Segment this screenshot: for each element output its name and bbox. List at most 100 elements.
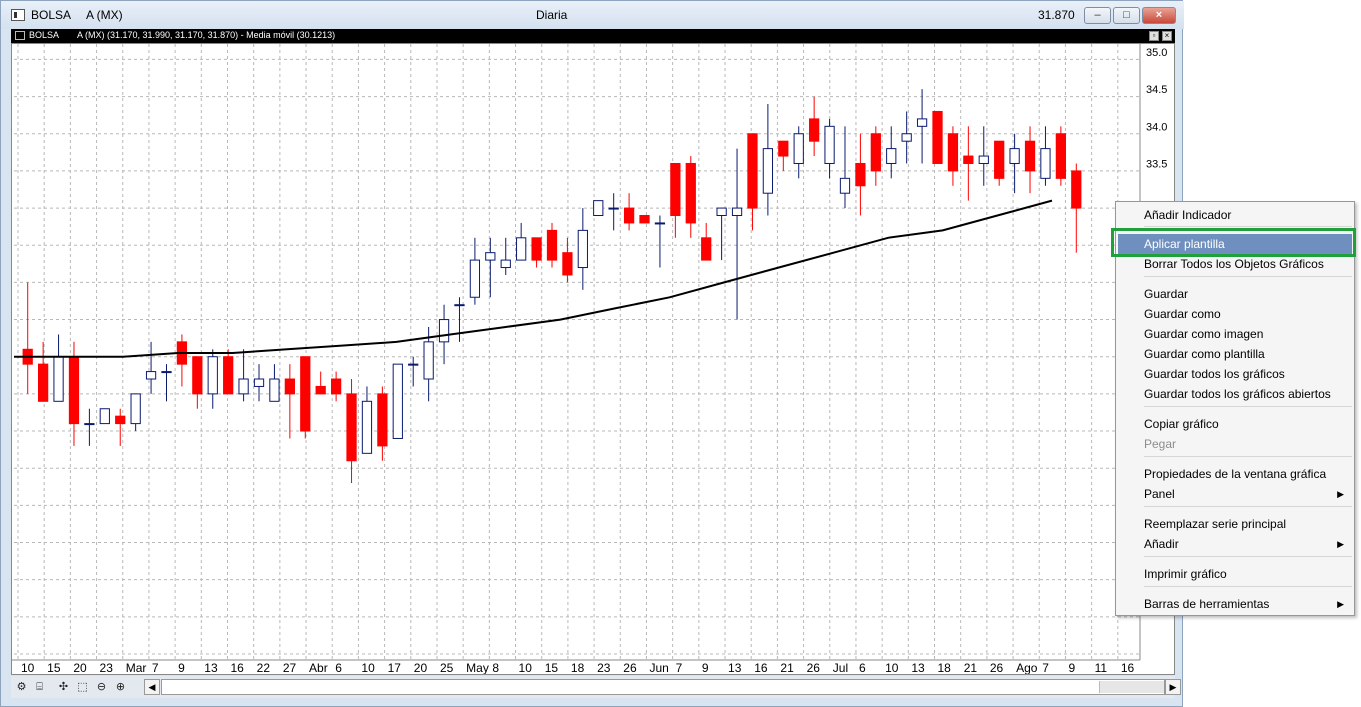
x-tick-label: 23 <box>597 661 611 674</box>
x-tick-label: 26 <box>623 661 637 674</box>
scrollbar-thumb[interactable] <box>1099 681 1164 693</box>
x-tick-label: Jun <box>649 661 668 674</box>
y-tick-label: 35.0 <box>1146 47 1167 59</box>
chart-header-bar: BOLSA A (MX) (31.170, 31.990, 31.170, 31… <box>11 29 1175 43</box>
highlight-frame <box>1111 228 1356 257</box>
candle-body <box>269 378 280 402</box>
x-tick-label: 10 <box>361 661 375 674</box>
menu-item-13[interactable]: Reemplazar serie principal <box>1118 514 1352 534</box>
window-title: BOLSA <box>31 8 72 22</box>
price-chart[interactable]: 10 15 20 23 Mar 7 9 13 16 22 27 Abr 6 10 17 20 25 May 8 10 1… <box>12 44 1174 675</box>
menu-item-label: Propiedades de la ventana gráfica <box>1144 467 1327 481</box>
menu-item-label: Guardar <box>1144 287 1189 301</box>
candle-body <box>886 148 897 164</box>
crosshair-icon[interactable]: ✣ <box>56 679 71 694</box>
menu-item-10: Pegar <box>1118 434 1352 454</box>
candle-body <box>608 207 619 210</box>
menu-separator <box>1144 276 1352 277</box>
candle-body <box>1071 170 1082 209</box>
candle-body <box>593 200 604 217</box>
candle-body <box>207 356 218 395</box>
x-tick-label: 21 <box>964 661 978 674</box>
x-tick-label: 23 <box>100 661 114 674</box>
menu-item-16[interactable]: Barras de herramientas ▶ <box>1118 594 1352 614</box>
menu-item-8[interactable]: Guardar todos los gráficos abiertos <box>1118 384 1352 404</box>
candle-body <box>330 378 342 395</box>
x-tick-label: 26 <box>990 661 1004 674</box>
menu-item-4[interactable]: Guardar como <box>1118 304 1352 324</box>
menu-item-label: Reemplazar serie principal <box>1144 517 1287 531</box>
candle-body <box>778 140 789 157</box>
candle-body <box>947 133 959 172</box>
chart-window: BOLSA A (MX) Diaria 31.870 – □ × BOLSA A… <box>0 0 1184 707</box>
title-bar[interactable]: BOLSA A (MX) Diaria 31.870 – □ × <box>1 1 1184 29</box>
candle-body <box>793 133 804 164</box>
minimize-button[interactable]: – <box>1084 7 1111 24</box>
candle-body <box>161 371 172 374</box>
candle-body <box>716 207 727 217</box>
x-tick-label: 26 <box>807 661 821 674</box>
menu-item-label: Añadir Indicador <box>1144 208 1232 222</box>
menu-item-label: Guardar como plantilla <box>1144 347 1265 361</box>
candle-body <box>809 118 820 142</box>
menu-item-label: Guardar todos los gráficos <box>1144 367 1285 381</box>
chart-name: BOLSA <box>29 30 60 40</box>
maximize-button[interactable]: □ <box>1113 7 1140 24</box>
settings-icon[interactable]: ⚙ <box>14 679 29 694</box>
candle-body <box>392 363 403 439</box>
candle-body <box>408 363 419 366</box>
submenu-arrow-icon: ▶ <box>1337 539 1344 549</box>
menu-item-label: Guardar como <box>1144 307 1221 321</box>
scroll-left-button[interactable]: ◀ <box>144 679 160 695</box>
candle-body <box>670 162 681 217</box>
candle-body <box>762 148 774 194</box>
menu-item-7[interactable]: Guardar todos los gráficos <box>1118 364 1352 384</box>
x-tick-label: 10 <box>21 661 35 674</box>
candle-body <box>978 155 989 164</box>
horizontal-scrollbar[interactable] <box>161 679 1165 695</box>
menu-item-11[interactable]: Propiedades de la ventana gráfica <box>1118 464 1352 484</box>
chart-close-button[interactable]: × <box>1162 31 1172 41</box>
menu-item-label: Añadir <box>1144 537 1179 551</box>
candle-body <box>963 155 974 164</box>
close-button[interactable]: × <box>1142 7 1176 24</box>
menu-item-2[interactable]: Borrar Todos los Objetos Gráficos <box>1118 254 1352 274</box>
candle-body <box>145 371 157 380</box>
chart-icon <box>15 31 25 40</box>
window-last-price: 31.870 <box>1038 8 1075 22</box>
x-tick-label: 9 <box>1068 661 1075 674</box>
candle-body <box>361 400 373 454</box>
candle-body <box>438 319 450 343</box>
zoom-out-icon[interactable]: ⊖ <box>94 679 109 694</box>
menu-item-12[interactable]: Panel ▶ <box>1118 484 1352 504</box>
candle-body <box>623 207 635 224</box>
x-tick-label: 7 <box>676 661 683 674</box>
menu-separator <box>1144 506 1352 507</box>
x-tick-label: 18 <box>938 661 952 674</box>
x-tick-label: 22 <box>257 661 271 674</box>
x-tick-label: 13 <box>204 661 218 674</box>
zoom-in-icon[interactable]: ⊕ <box>113 679 128 694</box>
zoom-area-icon[interactable]: ⬚ <box>75 679 90 694</box>
x-tick-label: May <box>466 661 489 674</box>
menu-item-14[interactable]: Añadir ▶ <box>1118 534 1352 554</box>
scroll-right-button[interactable]: ▶ <box>1165 679 1181 695</box>
x-tick-label: 18 <box>571 661 585 674</box>
menu-item-0[interactable]: Añadir Indicador <box>1118 205 1352 225</box>
indicator-icon[interactable]: ⌸ <box>32 679 47 694</box>
menu-item-9[interactable]: Copiar gráfico <box>1118 414 1352 434</box>
menu-item-5[interactable]: Guardar como imagen <box>1118 324 1352 344</box>
candle-body <box>68 356 80 425</box>
window-period: Diaria <box>536 8 568 22</box>
candle-body <box>932 110 943 164</box>
candle-body <box>454 304 465 307</box>
chart-restore-button[interactable]: ▫ <box>1149 31 1159 41</box>
menu-item-6[interactable]: Guardar como plantilla <box>1118 344 1352 364</box>
candle-body <box>485 252 496 261</box>
submenu-arrow-icon: ▶ <box>1337 599 1344 609</box>
menu-item-15[interactable]: Imprimir gráfico <box>1118 564 1352 584</box>
menu-item-3[interactable]: Guardar <box>1118 284 1352 304</box>
x-tick-label: Jul <box>833 661 848 674</box>
candle-body <box>1040 148 1051 179</box>
chart-area[interactable]: 10 15 20 23 Mar 7 9 13 16 22 27 Abr 6 10 17 20 25 May 8 10 1… <box>11 43 1175 675</box>
